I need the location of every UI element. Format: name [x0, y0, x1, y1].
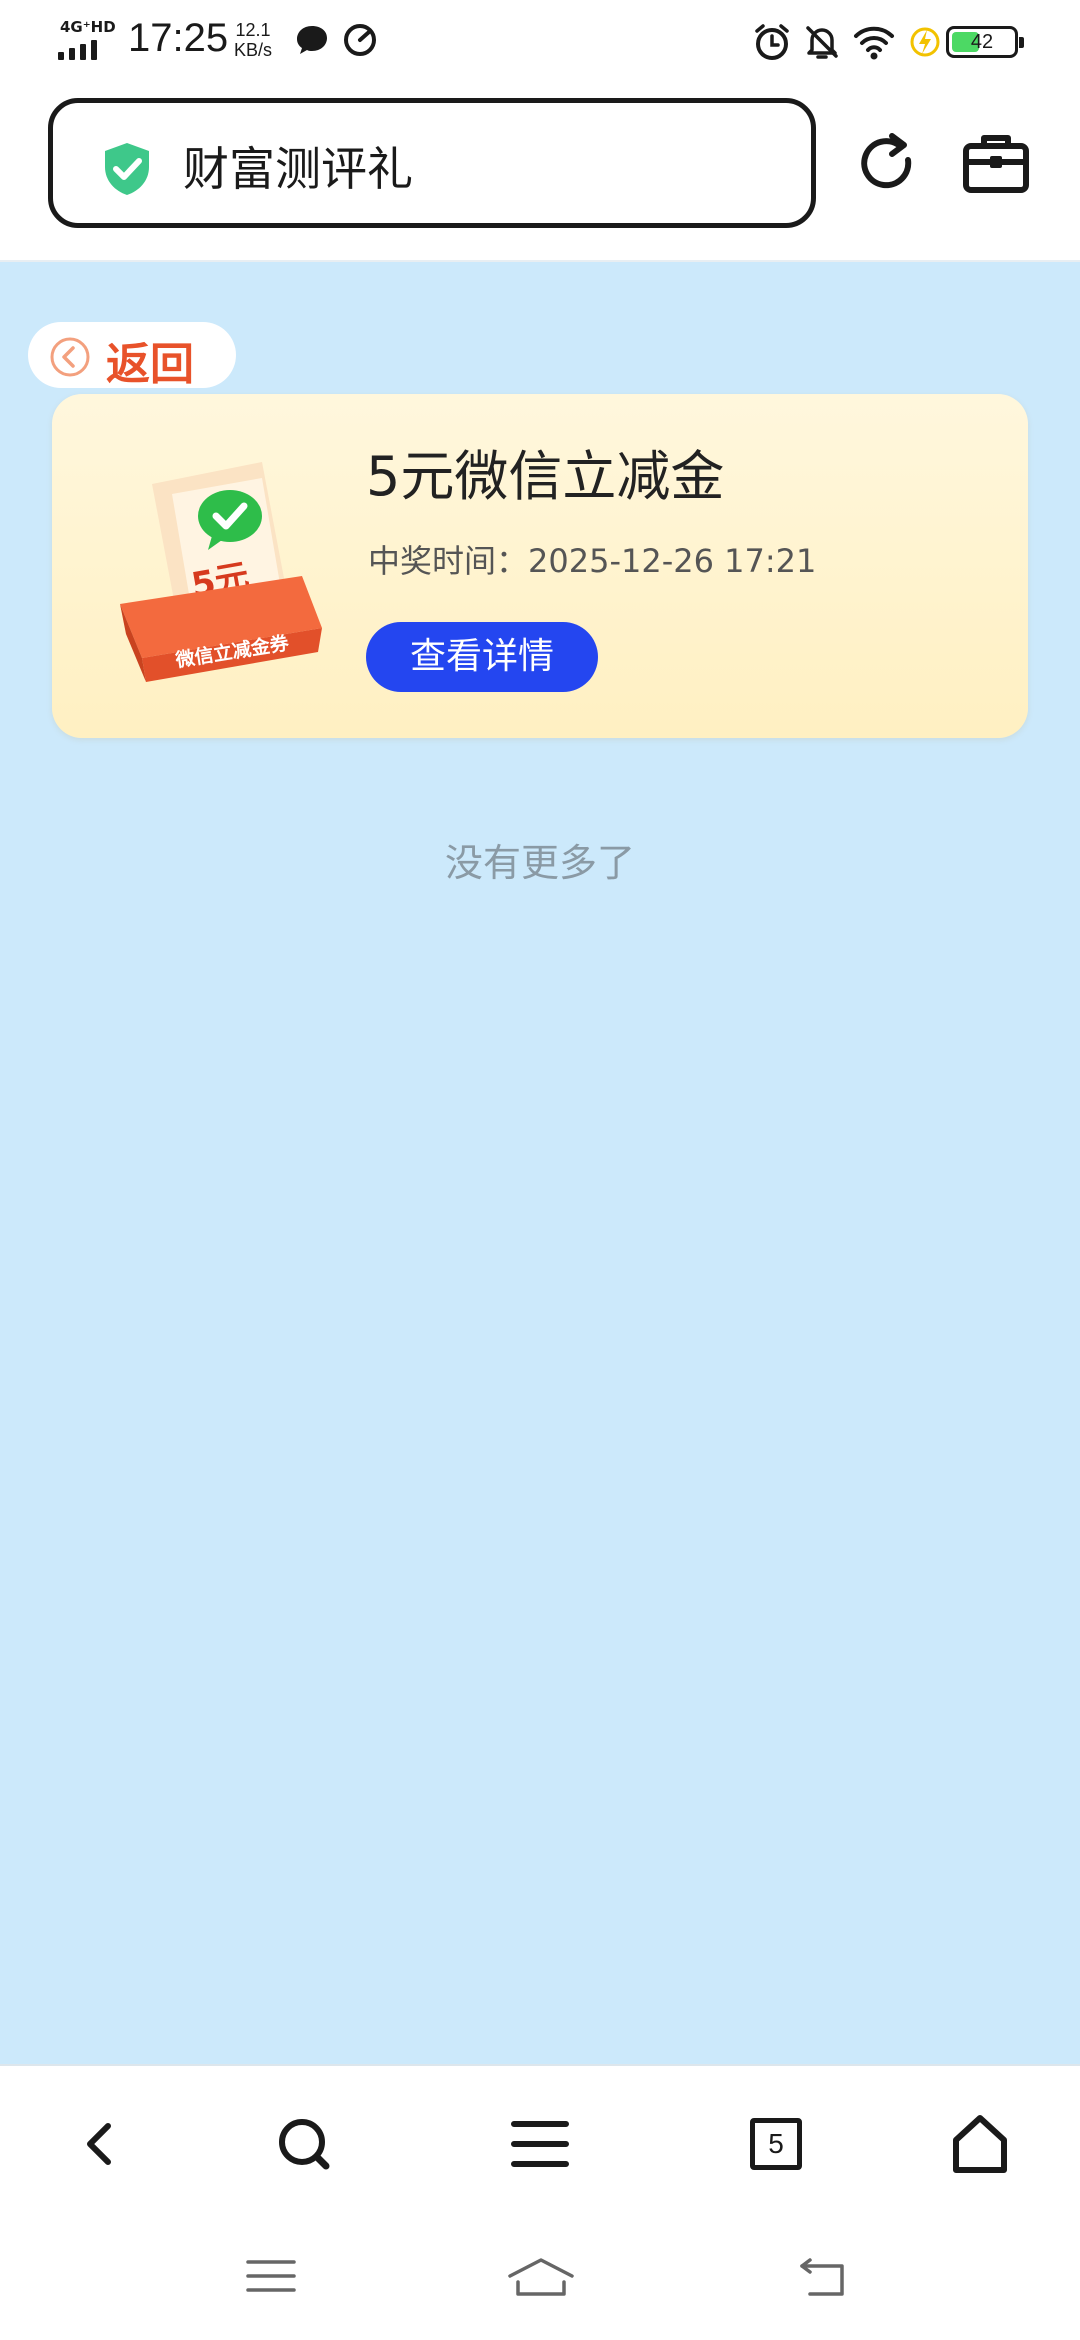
speedometer-icon	[344, 24, 376, 56]
back-button[interactable]: 返回	[28, 322, 236, 390]
page-title: 财富测评礼	[183, 142, 413, 196]
tabs-button[interactable]: 5	[750, 2118, 814, 2182]
status-time: 17:25	[128, 16, 229, 60]
wechat-coupon-gift-image: 5元 微信立减金券	[120, 462, 322, 682]
back-circle-icon	[50, 337, 90, 377]
menu-icon[interactable]	[508, 2112, 572, 2176]
message-icon	[297, 26, 327, 54]
address-bar[interactable]: 财富测评礼	[48, 98, 816, 228]
speed-unit: KB/s	[234, 40, 273, 60]
battery-icon: 42	[946, 26, 1024, 58]
home-icon[interactable]	[948, 2112, 1012, 2176]
prize-time: 中奖时间：2025-12-26 17:21	[368, 536, 816, 582]
status-bar: 4G⁺HD 17:25 12.1 KB/s 42	[0, 0, 1080, 84]
recent-apps-icon[interactable]	[244, 2256, 298, 2296]
prize-time-value: 2025-12-26 17:21	[528, 542, 817, 580]
battery-level: 42	[970, 31, 994, 53]
back-arrow-icon[interactable]	[68, 2112, 132, 2176]
browser-bottom-nav: 5	[0, 2064, 1080, 2212]
system-home-icon[interactable]	[506, 2256, 576, 2300]
browser-toolbar: 财富测评礼	[0, 84, 1080, 262]
network-type: 4G⁺HD	[60, 18, 116, 36]
refresh-icon[interactable]	[852, 128, 924, 200]
charging-icon	[910, 27, 940, 57]
search-icon[interactable]	[272, 2112, 336, 2176]
no-more-text: 没有更多了	[444, 841, 635, 885]
prize-title: 5元微信立减金	[366, 445, 725, 508]
wifi-icon	[854, 26, 894, 60]
back-label: 返回	[106, 339, 194, 390]
view-details-button[interactable]: 查看详情	[366, 622, 598, 692]
system-back-icon[interactable]	[796, 2256, 850, 2300]
bell-off-icon	[806, 26, 838, 59]
speed-value: 12.1	[235, 20, 271, 40]
toolbox-icon[interactable]	[960, 128, 1032, 200]
tab-count: 5	[750, 2118, 802, 2170]
prize-time-label: 中奖时间：	[368, 542, 529, 580]
signal-icon: 4G⁺HD	[58, 18, 116, 62]
shield-check-icon	[105, 143, 149, 195]
alarm-icon	[755, 24, 789, 60]
prize-card: 5元 微信立减金券 5元微信立减金 中奖时间：2025-12-26 17:21 …	[52, 394, 1028, 738]
network-speed: 12.1 KB/s	[234, 20, 272, 60]
system-nav-bar	[0, 2212, 1080, 2340]
